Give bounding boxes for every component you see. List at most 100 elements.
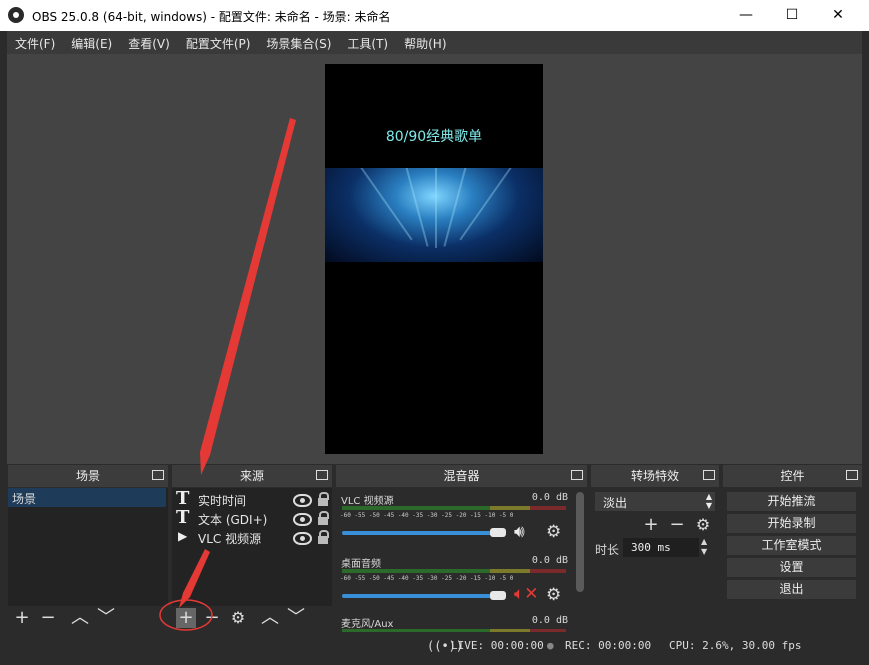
undock-icon[interactable] (846, 470, 858, 480)
gear-icon[interactable]: ⚙ (546, 522, 561, 542)
channel-name: 桌面音频 (341, 559, 381, 570)
transition-gear-icon[interactable]: ⚙ (693, 515, 713, 535)
controls-dock-title: 控件 (723, 465, 862, 487)
studio-mode-button[interactable]: 工作室模式 (727, 536, 856, 555)
controls-dock: 控件 开始推流 开始录制 工作室模式 设置 退出 (723, 465, 862, 632)
undock-icon[interactable] (703, 470, 715, 480)
duration-input[interactable]: 300 ms (623, 538, 699, 557)
channel-db: 0.0 dB (531, 615, 568, 626)
source-item[interactable]: T 实时时间 (176, 488, 329, 509)
preview-area: 80/90经典歌单 (7, 54, 862, 464)
mixer-channel: 麦克风/Aux 0.0 dB (336, 612, 576, 632)
undock-icon[interactable] (316, 470, 328, 480)
channel-name: 麦克风/Aux (341, 619, 394, 630)
rec-time: REC: 00:00:00 (565, 639, 652, 652)
transitions-dock-title: 转场特效 (591, 465, 719, 487)
source-properties-gear-icon[interactable]: ⚙ (228, 608, 248, 628)
exit-button[interactable]: 退出 (727, 580, 856, 599)
close-button[interactable]: ✕ (815, 0, 861, 31)
preview-text: 80/90经典歌单 (385, 129, 483, 145)
window-title: OBS 25.0.8 (64-bit, windows) - 配置文件: 未命名… (32, 10, 391, 24)
concert-video-frame (325, 168, 543, 262)
obs-logo-icon (8, 7, 24, 23)
channel-name: VLC 视频源 (341, 496, 394, 507)
transition-select[interactable]: 淡出 ▲ ▼ (595, 492, 715, 511)
move-up-icon[interactable]: ︿ (70, 608, 90, 628)
volume-slider[interactable] (342, 594, 500, 598)
scenes-dock: 场景 场景 + − ︿ ﹀ (8, 465, 168, 632)
remove-scene-icon[interactable]: − (38, 608, 58, 628)
title-bar: OBS 25.0.8 (64-bit, windows) - 配置文件: 未命名… (0, 0, 869, 31)
gear-icon[interactable]: ⚙ (546, 585, 561, 605)
audio-meter (342, 506, 566, 510)
menu-view[interactable]: 查看(V) (120, 31, 178, 52)
maximize-button[interactable]: ☐ (769, 0, 815, 31)
text-icon: T (176, 488, 190, 509)
menu-help[interactable]: 帮助(H) (396, 31, 454, 52)
visibility-eye-icon[interactable] (293, 532, 312, 545)
status-bar: ((•)) LIVE: 00:00:00 ● REC: 00:00:00 CPU… (7, 632, 862, 658)
channel-db: 0.0 dB (531, 492, 568, 503)
move-up-icon[interactable]: ︿ (260, 608, 280, 628)
start-recording-button[interactable]: 开始录制 (727, 514, 856, 533)
menu-profile[interactable]: 配置文件(P) (178, 31, 259, 52)
meter-scale: -60 -55 -50 -45 -40 -35 -30 -25 -20 -15 … (340, 512, 514, 519)
scene-item-label: 场景 (12, 492, 37, 506)
settings-button[interactable]: 设置 (727, 558, 856, 577)
lock-icon[interactable] (318, 492, 329, 506)
play-icon: ▶ (178, 529, 188, 543)
minimize-button[interactable]: — (723, 0, 769, 31)
menu-tools[interactable]: 工具(T) (339, 31, 396, 52)
menu-edit[interactable]: 编辑(E) (63, 31, 120, 52)
undock-icon[interactable] (571, 470, 583, 480)
add-source-button[interactable]: + (176, 608, 196, 628)
mixer-dock-title: 混音器 (336, 465, 587, 487)
mixer-dock: 混音器 VLC 视频源 0.0 dB -60 -55 -50 -45 -40 -… (336, 465, 587, 632)
menu-scene-collection[interactable]: 场景集合(S) (258, 31, 339, 52)
source-item[interactable]: T 文本 (GDI+) (176, 507, 329, 528)
mixer-scrollbar[interactable] (576, 492, 584, 592)
scenes-dock-title: 场景 (8, 465, 168, 487)
rec-dot-icon: ● (547, 639, 554, 652)
transition-selected: 淡出 (603, 496, 628, 510)
remove-source-icon[interactable]: − (202, 608, 222, 628)
scene-item[interactable]: 场景 (8, 488, 166, 507)
muted-speaker-icon[interactable]: 🔈︎✕ (514, 584, 538, 604)
move-down-icon[interactable]: ﹀ (96, 608, 116, 628)
menu-file[interactable]: 文件(F) (7, 31, 63, 52)
add-scene-icon[interactable]: + (12, 608, 32, 628)
duration-label: 时长 (595, 543, 620, 557)
meter-scale: -60 -55 -50 -45 -40 -35 -30 -25 -20 -15 … (340, 575, 514, 582)
mixer-channel: 桌面音频 0.0 dB -60 -55 -50 -45 -40 -35 -30 … (336, 551, 576, 611)
duration-value: 300 ms (631, 541, 671, 554)
preview-canvas[interactable]: 80/90经典歌单 (325, 64, 543, 454)
audio-meter (342, 569, 566, 573)
channel-db: 0.0 dB (531, 555, 568, 566)
volume-slider-knob[interactable] (490, 528, 506, 537)
text-icon: T (176, 507, 190, 528)
volume-slider[interactable] (342, 531, 500, 535)
cpu-fps: CPU: 2.6%, 30.00 fps (669, 639, 802, 652)
visibility-eye-icon[interactable] (293, 494, 312, 507)
lock-icon[interactable] (318, 511, 329, 525)
mixer-channel: VLC 视频源 0.0 dB -60 -55 -50 -45 -40 -35 -… (336, 488, 576, 548)
speaker-icon[interactable]: 🔊︎ (514, 522, 525, 542)
visibility-eye-icon[interactable] (293, 513, 312, 526)
start-streaming-button[interactable]: 开始推流 (727, 492, 856, 511)
undock-icon[interactable] (152, 470, 164, 480)
sources-dock-title: 来源 (172, 465, 332, 487)
source-label: 文本 (GDI+) (198, 513, 268, 527)
move-down-icon[interactable]: ﹀ (286, 608, 306, 628)
volume-slider-knob[interactable] (490, 591, 506, 600)
chevron-updown-icon: ▲ ▼ (705, 492, 712, 510)
source-item[interactable]: ▶ VLC 视频源 (176, 528, 329, 547)
lock-icon[interactable] (318, 530, 329, 544)
live-time: LIVE: 00:00:00 (451, 639, 544, 652)
remove-transition-icon[interactable]: − (667, 515, 687, 535)
transitions-dock: 转场特效 淡出 ▲ ▼ + − ⚙ 时长 300 ms ▲ ▼ (591, 465, 719, 632)
sources-dock: 来源 T 实时时间 T 文本 (GDI+) ▶ VLC 视频源 + − ⚙ ︿ … (172, 465, 332, 632)
source-label: 实时时间 (198, 494, 247, 508)
source-label: VLC 视频源 (198, 532, 262, 546)
duration-stepper[interactable]: ▲ ▼ (701, 537, 707, 557)
add-transition-icon[interactable]: + (641, 515, 661, 535)
